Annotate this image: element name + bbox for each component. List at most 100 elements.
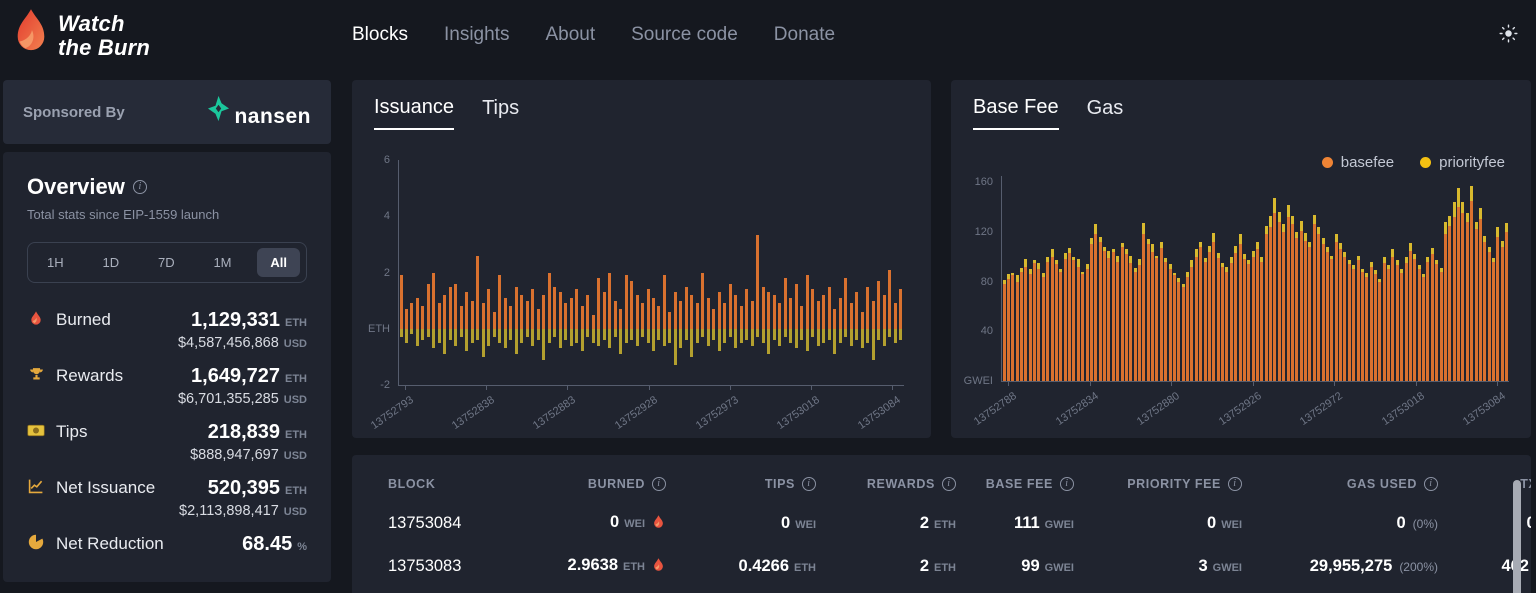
sponsor-logo[interactable]: nansen <box>205 95 311 129</box>
bar-basefee <box>1230 263 1233 381</box>
bar-basefee <box>1081 274 1084 381</box>
nav-item-donate[interactable]: Donate <box>774 24 835 46</box>
tab-issuance[interactable]: Issuance <box>374 96 454 130</box>
bar-positive <box>668 312 671 329</box>
cell-block-number[interactable]: 13753084 <box>388 514 461 533</box>
bar-basefee <box>1116 262 1119 381</box>
range-chip-7d[interactable]: 7D <box>145 248 188 277</box>
bar-basefee <box>1431 254 1434 381</box>
bar-basefee <box>1033 263 1036 381</box>
col-header-label: PRIORITY FEE <box>1127 477 1221 491</box>
nav-item-blocks[interactable]: Blocks <box>352 24 408 46</box>
bar-negative <box>674 329 677 366</box>
bar-positive <box>652 298 655 329</box>
cell-block-number[interactable]: 13753083 <box>388 557 461 576</box>
y-tick-label: 6 <box>384 154 390 166</box>
tab-tips[interactable]: Tips <box>482 96 519 130</box>
info-icon[interactable]: i <box>802 477 816 491</box>
bar-priorityfee <box>1444 222 1447 234</box>
legend-item-basefee: basefee <box>1322 154 1394 171</box>
bar-positive <box>647 289 650 328</box>
bar-negative <box>454 329 457 346</box>
stat-value: 1,129,331ETH <box>178 309 307 332</box>
bar-negative <box>603 329 606 340</box>
bar-positive <box>899 289 902 328</box>
bar-priorityfee <box>1077 259 1080 266</box>
bar-negative <box>542 329 545 360</box>
info-icon[interactable]: i <box>1424 477 1438 491</box>
bar-negative <box>405 329 408 343</box>
info-icon[interactable]: i <box>1228 477 1242 491</box>
bar-negative <box>630 329 633 340</box>
bar-basefee <box>1142 234 1145 381</box>
bar-positive <box>597 278 600 329</box>
bar-priorityfee <box>1046 257 1049 262</box>
bar-negative <box>844 329 847 337</box>
table-row[interactable]: 137530840WEI0WEI2ETH111GWEI0WEI0(0%)0(0%… <box>388 513 1495 534</box>
col-header-burned[interactable]: BURNEDi <box>588 477 666 491</box>
table-header-row: BLOCK BURNEDi TIPSi REWARDSi BASE FEEi PRIORI… <box>388 477 1495 491</box>
bar-negative <box>663 329 666 346</box>
stat-label: Burned <box>56 310 111 351</box>
bar-basefee <box>1457 207 1460 381</box>
bar-negative <box>888 329 891 337</box>
bar-positive <box>548 273 551 329</box>
bar-priorityfee <box>1440 268 1443 272</box>
bar-basefee <box>1287 217 1290 381</box>
money-icon <box>27 422 45 463</box>
x-tick-mark <box>892 385 893 390</box>
bar-positive <box>586 295 589 329</box>
table-scrollbar[interactable] <box>1513 480 1521 593</box>
stat-label: Tips <box>56 422 88 463</box>
bar-basefee <box>1505 232 1508 381</box>
bar-negative <box>564 329 567 340</box>
tab-gas[interactable]: Gas <box>1087 96 1124 130</box>
info-icon[interactable]: i <box>942 477 956 491</box>
nav-item-about[interactable]: About <box>545 24 595 46</box>
bar-positive <box>509 306 512 329</box>
col-header-block[interactable]: BLOCK <box>388 477 435 491</box>
y-tick-label: 40 <box>981 325 993 337</box>
bar-negative <box>795 329 798 349</box>
bar-negative <box>647 329 650 343</box>
range-chip-1d[interactable]: 1D <box>89 248 132 277</box>
col-header-gas-used[interactable]: GAS USED i <box>1347 477 1438 491</box>
nav-item-insights[interactable]: Insights <box>444 24 509 46</box>
col-header-txn[interactable]: TXNi <box>1520 477 1531 491</box>
bar-priorityfee <box>1448 216 1451 226</box>
stat-label: Net Reduction <box>56 534 164 557</box>
info-icon[interactable]: i <box>1060 477 1074 491</box>
col-header-tips[interactable]: TIPSi <box>765 477 816 491</box>
bar-basefee <box>1099 242 1102 381</box>
col-header-base-fee[interactable]: BASE FEEi <box>986 477 1074 491</box>
bar-positive <box>773 295 776 329</box>
col-header-rewards[interactable]: REWARDSi <box>867 477 956 491</box>
range-chip-1h[interactable]: 1H <box>34 248 77 277</box>
theme-toggle[interactable] <box>1499 24 1518 46</box>
table-row[interactable]: 137530832.9638ETH0.4266ETH2ETH99GWEI3GWE… <box>388 556 1495 577</box>
tab-base-fee[interactable]: Base Fee <box>973 96 1059 130</box>
bar-positive <box>718 292 721 329</box>
range-chip-all[interactable]: All <box>257 248 300 277</box>
info-icon[interactable]: i <box>652 477 666 491</box>
bar-negative <box>800 329 803 340</box>
nav-item-source-code[interactable]: Source code <box>631 24 738 46</box>
bar-basefee <box>1164 262 1167 381</box>
bar-basefee <box>1426 262 1429 381</box>
bar-basefee <box>1199 247 1202 381</box>
col-header-priority-fee[interactable]: PRIORITY FEE i <box>1127 477 1242 491</box>
info-icon[interactable]: i <box>133 180 147 194</box>
bar-basefee <box>1378 282 1381 381</box>
app-logo[interactable]: Watch the Burn <box>12 8 150 63</box>
bar-positive <box>504 298 507 329</box>
col-header-label: GAS USED <box>1347 477 1417 491</box>
bar-priorityfee <box>1090 238 1093 244</box>
cell-burned: 0WEI <box>610 513 666 534</box>
bar-positive <box>416 298 419 329</box>
legend-label: basefee <box>1341 154 1394 171</box>
basefee-chart-plot: 1601208040GWEI13752788137528341375288013… <box>1001 176 1509 382</box>
y-tick-label: 120 <box>975 226 993 238</box>
bar-priorityfee <box>1435 260 1438 264</box>
bar-priorityfee <box>1335 234 1338 241</box>
range-chip-1m[interactable]: 1M <box>200 248 244 277</box>
